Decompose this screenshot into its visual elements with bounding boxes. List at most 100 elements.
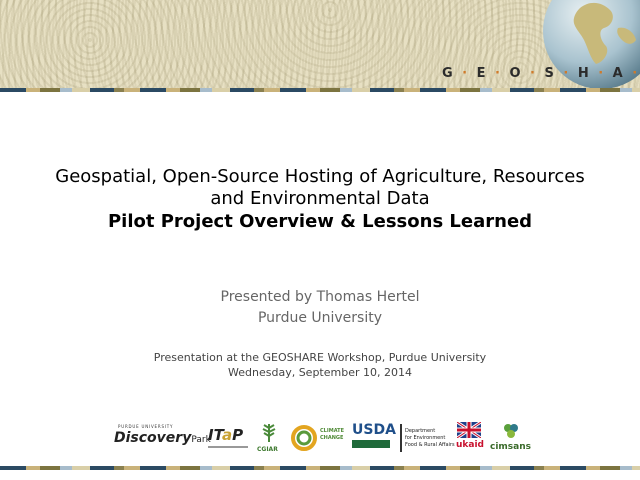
- presenter-affiliation: Purdue University: [257, 310, 383, 326]
- stripe-segment: [90, 466, 114, 470]
- stripe-segment: [254, 88, 264, 92]
- stripe-segment: [394, 466, 404, 470]
- title-line-3: Pilot Project Overview & Lessons Learned: [107, 211, 533, 232]
- stripe-segment: [460, 466, 480, 470]
- stripe-segment: [370, 466, 394, 470]
- stripe-segment: [26, 466, 40, 470]
- stripe-segment: [180, 466, 200, 470]
- stripe-segment: [460, 88, 480, 92]
- stripe-segment: [320, 466, 340, 470]
- presenter-info: Presented by Thomas Hertel Purdue Univer…: [0, 287, 640, 329]
- stripe-segment: [340, 466, 352, 470]
- stripe-segment: [306, 466, 320, 470]
- stripe-segment: [264, 88, 280, 92]
- footer-stripe: [0, 466, 640, 470]
- stripe-segment: [404, 88, 420, 92]
- stripe-segment: [90, 88, 114, 92]
- stripe-segment: [534, 466, 544, 470]
- discovery-park-logo: PURDUE UNIVERSITY DiscoveryPark: [112, 424, 211, 454]
- geoshare-wordmark: G·E·O·S·H·A·R·E: [442, 66, 637, 81]
- stripe-segment: [544, 88, 560, 92]
- stripe-segment: [534, 88, 544, 92]
- stripe-segment: [446, 88, 460, 92]
- stripe-segment: [586, 88, 600, 92]
- stripe-segment: [404, 466, 420, 470]
- stripe-segment: [254, 466, 264, 470]
- stripe-segment: [124, 88, 140, 92]
- stripe-segment: [420, 466, 446, 470]
- stripe-segment: [492, 466, 510, 470]
- cimsans-logo: cimsans: [490, 422, 532, 456]
- discovery-park-small-text: PURDUE UNIVERSITY: [118, 424, 174, 429]
- venue-info: Presentation at the GEOSHARE Workshop, P…: [0, 350, 640, 380]
- sponsor-logos: PURDUE UNIVERSITY DiscoveryPark ITaP CGI…: [112, 418, 532, 458]
- stripe-segment: [230, 88, 254, 92]
- stripe-segment: [632, 88, 640, 92]
- stripe-segment: [114, 88, 124, 92]
- stripe-segment: [510, 466, 534, 470]
- stripe-segment: [140, 466, 166, 470]
- stripe-segment: [60, 88, 72, 92]
- stripe-segment: [0, 466, 26, 470]
- stripe-segment: [632, 466, 640, 470]
- stripe-segment: [0, 88, 26, 92]
- stripe-segment: [166, 88, 180, 92]
- stripe-segment: [212, 88, 230, 92]
- slide-title: Geospatial, Open-Source Hosting of Agric…: [0, 166, 640, 234]
- stripe-segment: [40, 466, 60, 470]
- stripe-segment: [200, 88, 212, 92]
- itap-logo: ITaP: [204, 426, 254, 452]
- stripe-segment: [560, 466, 586, 470]
- cimsans-leaf-icon: [504, 424, 518, 438]
- discovery-park-main-text: DiscoveryPark: [114, 430, 211, 446]
- climate-circle-icon: [291, 425, 317, 451]
- stripe-segment: [600, 88, 620, 92]
- title-line-2: and Environmental Data: [210, 188, 430, 209]
- stripe-segment: [600, 466, 620, 470]
- stripe-segment: [264, 466, 280, 470]
- stripe-segment: [352, 466, 370, 470]
- stripe-segment: [544, 466, 560, 470]
- stripe-segment: [480, 88, 492, 92]
- presenter-name: Presented by Thomas Hertel: [220, 289, 420, 305]
- stripe-segment: [280, 466, 306, 470]
- header-banner: G·E·O·S·H·A·R·E: [0, 0, 640, 88]
- title-line-1: Geospatial, Open-Source Hosting of Agric…: [55, 166, 585, 187]
- stripe-segment: [320, 88, 340, 92]
- usda-logo: USDA: [352, 422, 396, 454]
- stripe-segment: [586, 466, 600, 470]
- stripe-segment: [280, 88, 306, 92]
- venue-line: Presentation at the GEOSHARE Workshop, P…: [153, 351, 487, 364]
- stripe-segment: [140, 88, 166, 92]
- wheat-icon: [262, 424, 276, 442]
- stripe-segment: [306, 88, 320, 92]
- stripe-segment: [124, 466, 140, 470]
- stripe-segment: [230, 466, 254, 470]
- cgiar-logo: CGIAR: [257, 422, 281, 456]
- stripe-segment: [72, 88, 90, 92]
- stripe-segment: [560, 88, 586, 92]
- stripe-segment: [492, 88, 510, 92]
- stripe-segment: [340, 88, 352, 92]
- stripe-segment: [114, 466, 124, 470]
- stripe-segment: [420, 88, 446, 92]
- stripe-segment: [166, 466, 180, 470]
- stripe-segment: [394, 88, 404, 92]
- stripe-segment: [510, 88, 534, 92]
- stripe-segment: [180, 88, 200, 92]
- defra-logo: Department for Environment Food & Rural …: [400, 424, 456, 454]
- union-flag-icon: [457, 422, 481, 438]
- stripe-segment: [212, 466, 230, 470]
- ukaid-logo: ukaid: [456, 422, 484, 456]
- stripe-segment: [72, 466, 90, 470]
- stripe-segment: [26, 88, 40, 92]
- stripe-segment: [620, 88, 632, 92]
- stripe-segment: [352, 88, 370, 92]
- stripe-segment: [200, 466, 212, 470]
- header-stripe: [0, 88, 640, 92]
- stripe-segment: [60, 466, 72, 470]
- stripe-segment: [480, 466, 492, 470]
- date-line: Wednesday, September 10, 2014: [228, 366, 412, 379]
- stripe-segment: [370, 88, 394, 92]
- stripe-segment: [620, 466, 632, 470]
